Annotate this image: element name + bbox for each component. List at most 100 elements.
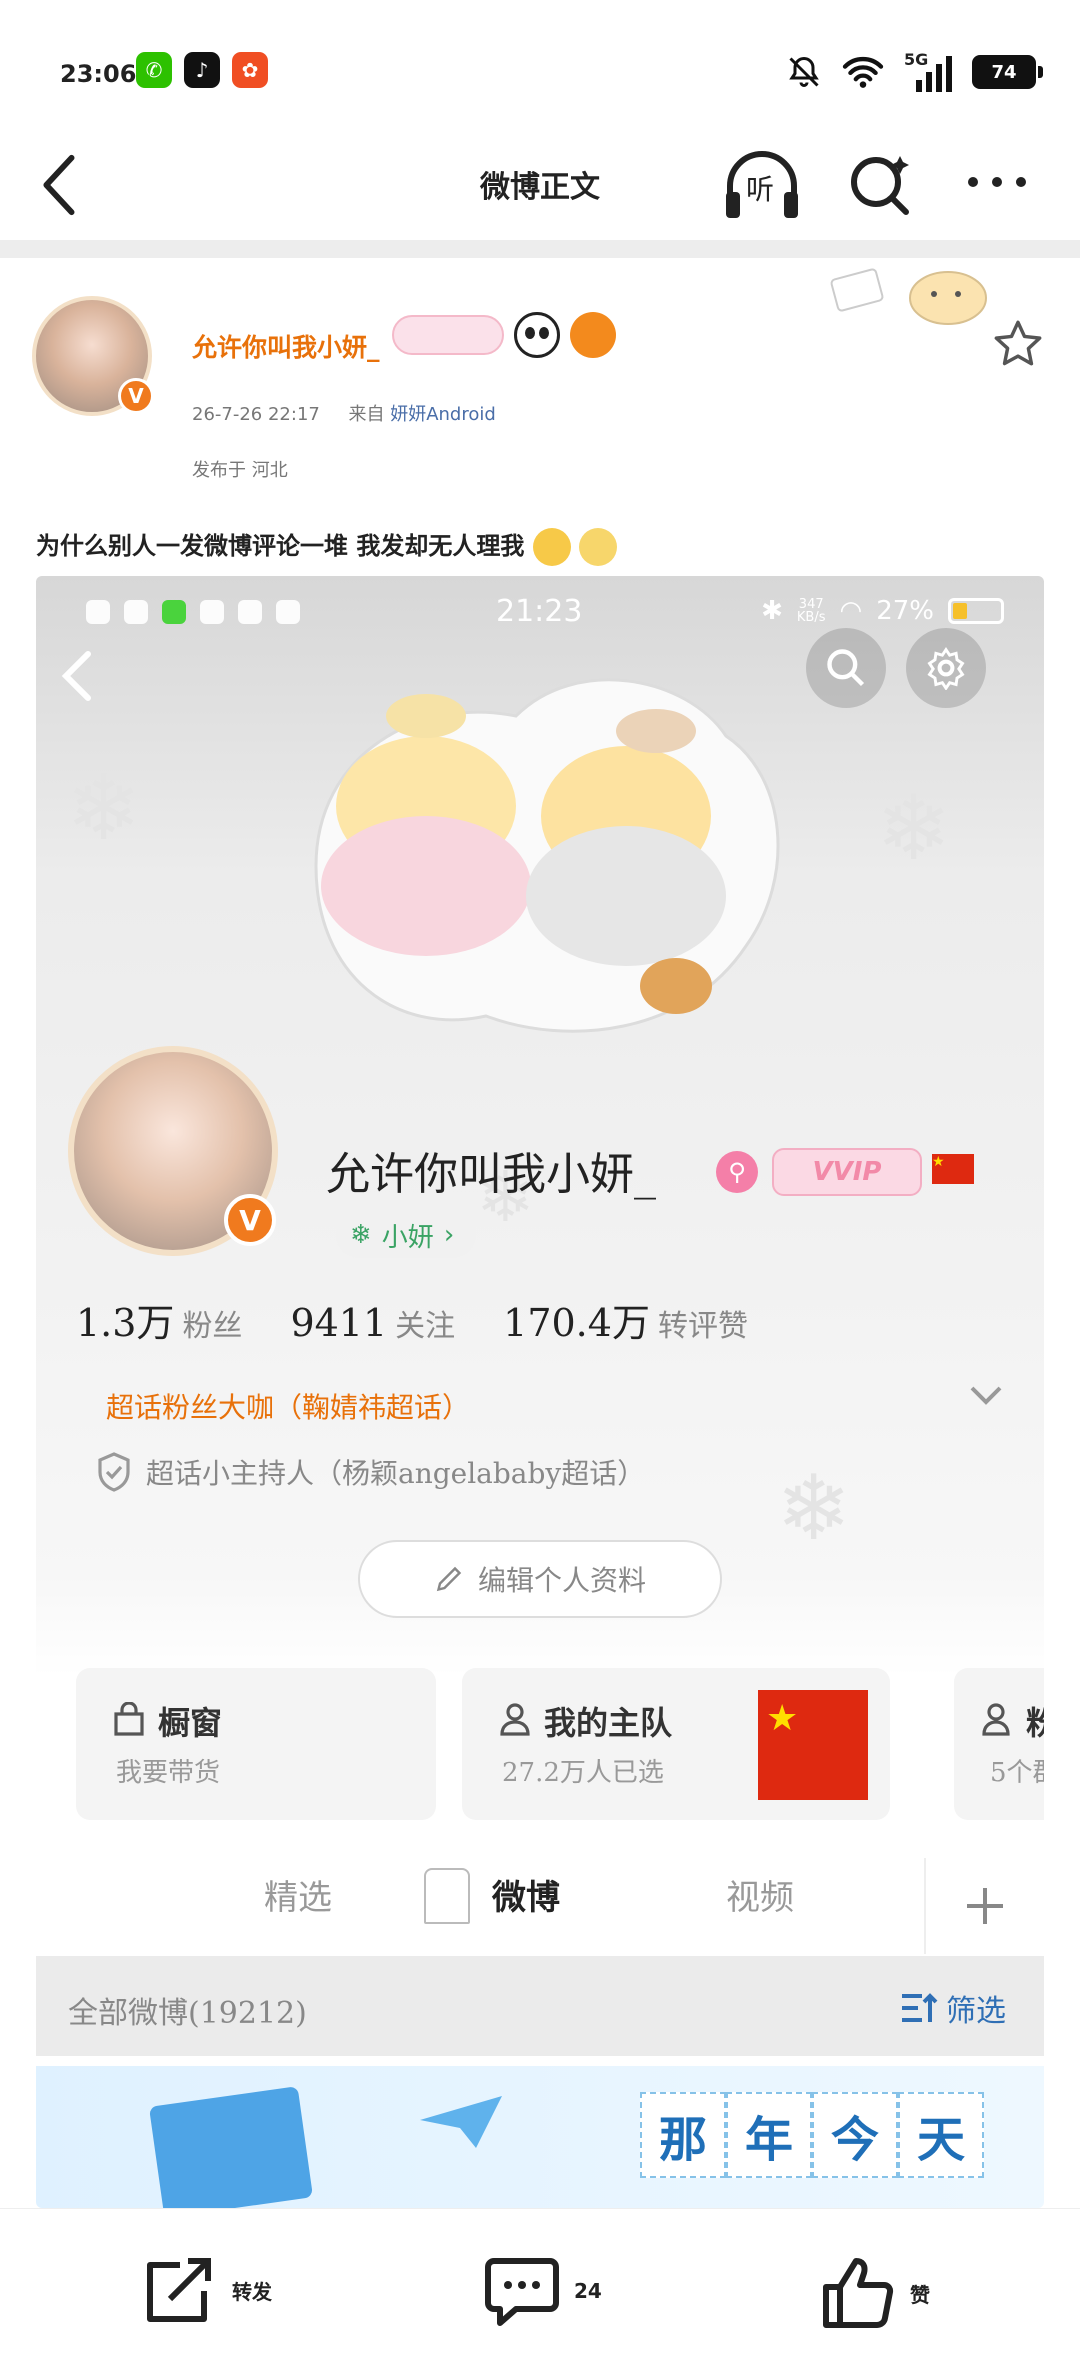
white-app-icon — [200, 600, 224, 624]
team-title: 我的主队 — [544, 1704, 673, 1742]
tiktok-icon: ♪ — [184, 52, 220, 88]
confused-emoji-icon — [579, 528, 618, 566]
snowflake-decoration: ❄ — [66, 756, 142, 861]
vip-badge-icon — [392, 315, 504, 355]
clock-app-icon — [276, 600, 300, 624]
banner-char: 天 — [898, 2092, 984, 2178]
page: 23:06 ✆ ♪ ✿ 5G 74 微博正文 听 V 允许你叫我小妍_ 26-7… — [0, 0, 1080, 2372]
china-flag-icon: ★ — [932, 1154, 974, 1184]
on-this-day-banner[interactable]: 那 年 今 天 — [36, 2066, 1044, 2208]
top-nav-bar: 微博正文 听 — [0, 130, 1080, 240]
bottom-action-bar: 转发 24 赞 — [0, 2208, 1080, 2372]
comment-button[interactable]: 24 — [484, 2255, 602, 2327]
post-source[interactable]: 妍妍Android — [390, 404, 496, 425]
add-tab-button[interactable] — [924, 1858, 1044, 1954]
all-weibo-count: 全部微博(19212) — [68, 1996, 307, 2031]
embedded-battery-text: 27% — [876, 596, 934, 626]
pencil-icon — [436, 1566, 462, 1592]
back-arrow-icon[interactable] — [58, 648, 94, 704]
verified-icon: V — [224, 1194, 276, 1246]
post-image[interactable]: 21:23 ✱ 347 KB/s ◠ 27% ❄ ❄ ❄ ❄ V 允许你叫我小妍… — [36, 576, 1044, 2208]
notification-icon — [86, 600, 110, 624]
search-icon[interactable] — [846, 150, 916, 220]
paper-plane-icon — [420, 2096, 502, 2148]
host-text: 超话小主持人（杨颖angelababy超话） — [146, 1457, 646, 1490]
post-body: 为什么别人一发微博评论一堆 我发却无人理我 — [36, 532, 525, 560]
page-title: 微博正文 — [480, 170, 600, 205]
green-app-icon — [162, 600, 186, 624]
profile-avatar[interactable]: V — [68, 1046, 278, 1256]
favorite-star-icon[interactable] — [992, 318, 1044, 370]
tab-weibo[interactable]: 微博 — [492, 1870, 560, 1919]
wifi-icon — [842, 56, 884, 88]
team-icon — [500, 1703, 530, 1736]
filter-button[interactable]: 筛选 — [900, 1986, 1006, 2030]
filter-label: 筛选 — [946, 1994, 1006, 2029]
profile-search-button[interactable] — [806, 628, 886, 708]
tab-video[interactable]: 视频 — [726, 1870, 794, 1919]
author-avatar[interactable]: V — [32, 296, 154, 416]
showcase-title: 橱窗 — [158, 1704, 223, 1742]
follow-count[interactable]: 9411 — [290, 1301, 387, 1345]
share-icon — [147, 2258, 211, 2322]
network-type: 5G — [904, 50, 929, 69]
all-weibo-bar: 全部微博(19212) 筛选 — [36, 1956, 1044, 2056]
status-bar: 23:06 ✆ ♪ ✿ 5G 74 — [0, 0, 1080, 130]
repost-label: 转发 — [232, 2279, 272, 2304]
tiktok-icon — [238, 600, 262, 624]
showcase-sub: 我要带货 — [116, 1758, 221, 1788]
snowflake-icon: ❄ — [350, 1220, 372, 1250]
sweat-emoji-icon — [532, 528, 571, 566]
edit-profile-label: 编辑个人资料 — [477, 1564, 646, 1597]
gear-icon — [927, 647, 965, 690]
vvip-badge: VVIP — [772, 1148, 922, 1196]
author-badges — [392, 312, 616, 358]
battery-indicator: 74 — [972, 55, 1043, 89]
follow-label: 关注 — [395, 1309, 456, 1344]
likes-count[interactable]: 170.4万 — [503, 1292, 650, 1347]
listen-button[interactable]: 听 — [720, 146, 804, 224]
likes-label: 转评赞 — [657, 1309, 748, 1344]
china-flag-icon: ★ — [758, 1690, 868, 1800]
profile-subname-chip[interactable]: ❄ 小妍 › — [336, 1212, 477, 1258]
bag-icon — [114, 1702, 144, 1736]
status-right: 5G 74 — [786, 50, 1043, 92]
battery-icon — [948, 598, 1004, 624]
team-card[interactable]: 我的主队 27.2万人已选 ★ — [462, 1668, 890, 1820]
signal-icon: 5G — [904, 50, 954, 92]
more-icon[interactable] — [964, 172, 1030, 192]
chevron-down-icon[interactable] — [968, 1384, 1004, 1408]
listen-label: 听 — [746, 173, 775, 206]
profile-settings-button[interactable] — [906, 628, 986, 708]
profile-name: 允许你叫我小妍_ — [326, 1149, 656, 1200]
profile-tabs: 精选 微博 视频 — [36, 1858, 1044, 1954]
verified-icon: V — [118, 378, 154, 414]
tab-featured[interactable]: 精选 — [264, 1870, 332, 1919]
thumbs-up-icon — [823, 2258, 894, 2329]
post-meta: 26-7-26 22:17 来自 妍妍Android — [192, 400, 496, 426]
comment-count: 24 — [574, 2279, 602, 2303]
banner-char: 年 — [726, 2092, 812, 2178]
post-date: 26-7-26 22:17 — [192, 404, 320, 425]
like-label: 赞 — [910, 2282, 930, 2307]
supertopic-title[interactable]: 超话粉丝大咖（鞠婧祎超话） — [106, 1386, 470, 1426]
fans-count[interactable]: 1.3万 — [76, 1292, 174, 1347]
mailbox-decoration-icon — [424, 1868, 470, 1924]
status-time: 23:06 — [60, 60, 137, 88]
on-this-day-title: 那 年 今 天 — [640, 2092, 984, 2178]
embedded-status-right: ✱ 347 KB/s ◠ 27% — [761, 596, 1004, 626]
fish-icon — [570, 312, 616, 358]
like-button[interactable]: 赞 — [818, 2255, 930, 2331]
author-name[interactable]: 允许你叫我小妍_ — [192, 328, 380, 364]
edit-profile-button[interactable]: 编辑个人资料 — [358, 1540, 722, 1618]
chevron-right-icon: › — [443, 1220, 455, 1250]
host-title[interactable]: 超话小主持人（杨颖angelababy超话） — [96, 1452, 645, 1492]
snowflake-decoration: ❄ — [876, 776, 952, 881]
fans-group-card[interactable]: 粉 5个群 — [954, 1668, 1044, 1820]
showcase-card[interactable]: 橱窗 我要带货 — [76, 1668, 436, 1820]
post-location: 发布于 河北 — [192, 460, 288, 481]
pink-search-badge-icon: ⚲ — [716, 1151, 758, 1193]
banner-char: 今 — [812, 2092, 898, 2178]
repost-button[interactable]: 转发 — [140, 2255, 272, 2325]
search-icon — [827, 649, 865, 687]
